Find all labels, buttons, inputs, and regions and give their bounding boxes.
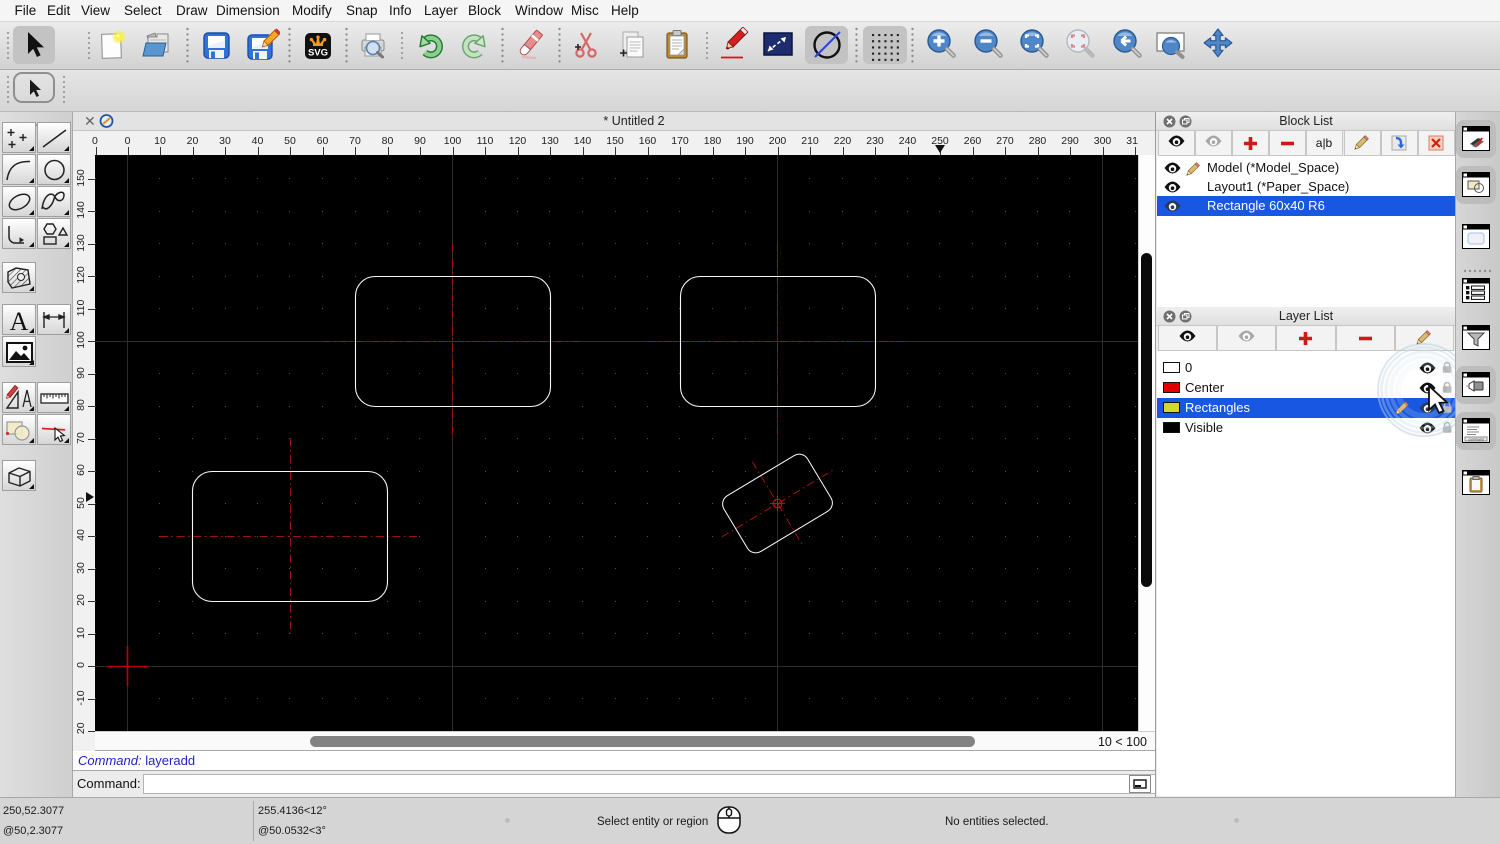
svg-text:A: A: [10, 307, 29, 334]
svg-text:command: command: [1468, 438, 1483, 442]
svg-text:SVG: SVG: [308, 48, 328, 59]
svg-text:a|b: a|b: [1316, 136, 1333, 150]
